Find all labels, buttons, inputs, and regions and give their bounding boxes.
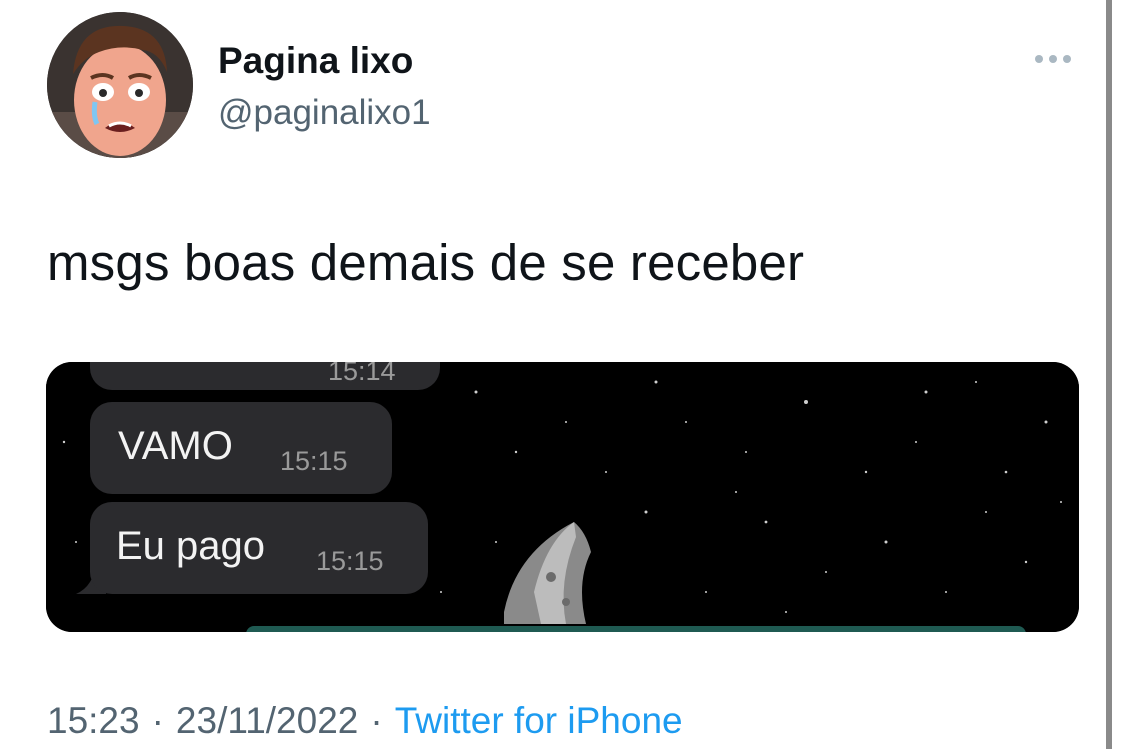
more-horizontal-icon [1049,55,1057,63]
more-options-button[interactable] [1030,44,1076,74]
tweet-media-image[interactable]: 15:14 VAMO 15:15 Eu pago 15:15 [46,362,1079,632]
message-time: 15:14 [328,362,396,386]
avatar[interactable] [47,12,193,158]
chat-bubble: Eu pago 15:15 [90,502,428,594]
message-text: Eu pago [116,524,266,568]
input-bar-edge [246,626,1026,632]
chat-bubble: VAMO 15:15 [90,402,392,494]
crying-man-cartoon-avatar-icon [47,12,193,158]
chat-bubble: 15:14 [90,362,440,390]
page-edge-divider [1106,0,1112,749]
message-time: 15:15 [316,546,384,576]
more-horizontal-icon [1063,55,1071,63]
separator: · [370,700,383,741]
message-text: VAMO [118,424,233,468]
tweet-text: msgs boas demais de se receber [47,234,805,291]
more-horizontal-icon [1035,55,1043,63]
author-handle[interactable]: @paginalixo1 [218,93,431,133]
author-display-name[interactable]: Pagina lixo [218,40,413,82]
separator: · [151,700,164,741]
message-time: 15:15 [280,446,348,476]
tweet-metadata: 15:23 · 23/11/2022 · Twitter for iPhone [47,700,683,742]
tweet-time[interactable]: 15:23 [47,700,140,742]
tweet-source-link[interactable]: Twitter for iPhone [395,700,683,742]
tweet-date[interactable]: 23/11/2022 [176,700,358,742]
